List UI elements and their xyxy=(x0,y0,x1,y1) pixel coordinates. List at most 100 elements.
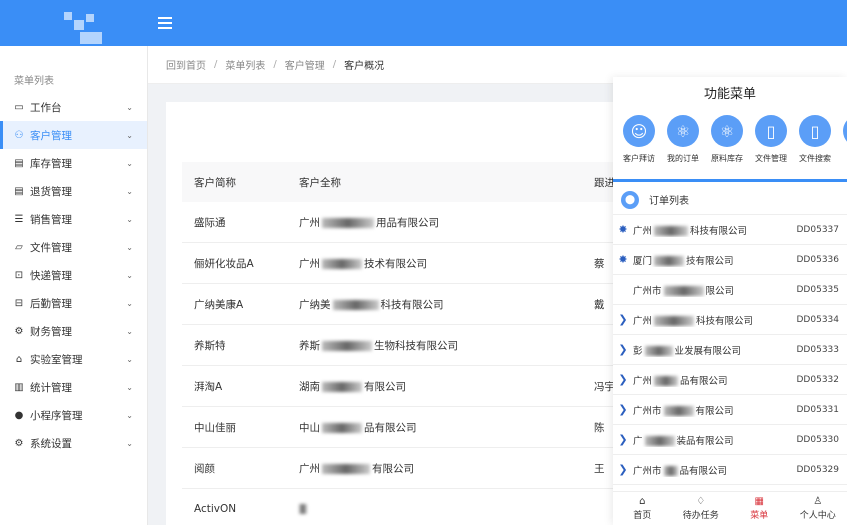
order-company: 厦门 技有限公司 xyxy=(633,255,734,267)
order-mark-icon: ❯ xyxy=(618,343,628,356)
order-company: 广州 科技有限公司 xyxy=(633,315,754,327)
order-row[interactable]: ❯ 广州 品有限公司 DD05332 xyxy=(613,365,847,395)
chevron-down-icon: ⌄ xyxy=(126,158,133,168)
breadcrumb-item[interactable]: 客户管理 xyxy=(285,57,325,72)
breadcrumb-separator: / xyxy=(273,59,277,70)
folder-icon: ▱ xyxy=(15,241,23,253)
list-icon: ☰ xyxy=(14,213,24,225)
function-1[interactable]: ⚛ 我的订单 xyxy=(661,115,705,173)
function-5[interactable]: ▯ 分 xyxy=(837,115,847,173)
file-icon: ▯ xyxy=(799,115,831,147)
sidebar-item-label: 退货管理 xyxy=(30,185,72,198)
users-icon: ⚇ xyxy=(14,129,24,141)
order-company: 广装品有限公司 xyxy=(633,435,734,447)
sidebar-item-9[interactable]: ⌂ 实验室管理 ⌄ xyxy=(0,345,147,373)
cell-short-name: ActivON xyxy=(194,503,237,515)
chevron-down-icon: ⌄ xyxy=(126,382,133,392)
header-full-name: 客户全称 xyxy=(299,176,341,189)
order-row[interactable]: ❯ 广州 科技有限公司 DD05334 xyxy=(613,305,847,335)
order-row[interactable]: ❯ 彭业发展有限公司 DD05333 xyxy=(613,335,847,365)
wechat-icon: ● xyxy=(14,409,24,421)
atom-icon: ⚛ xyxy=(711,115,743,147)
sidebar-item-6[interactable]: ⊡ 快递管理 ⌄ xyxy=(0,261,147,289)
sidebar-item-0[interactable]: ▭ 工作台 ⌄ xyxy=(0,93,147,121)
function-label: 文件搜索 xyxy=(799,154,831,163)
order-list-header[interactable]: ⬤ 订单列表 xyxy=(613,185,847,215)
table-row[interactable]: 盛际通 广州 用品有限公司 xyxy=(182,202,626,243)
breadcrumb-item[interactable]: 菜单列表 xyxy=(225,57,265,72)
cell-full-name xyxy=(287,503,582,515)
sidebar-item-5[interactable]: ▱ 文件管理 ⌄ xyxy=(0,233,147,261)
sidebar-item-label: 实验室管理 xyxy=(30,353,83,366)
order-row[interactable]: ✸ 广州 科技有限公司 DD05337 xyxy=(613,215,847,245)
order-icon: ⬤ xyxy=(621,190,639,209)
sidebar-item-11[interactable]: ● 小程序管理 ⌄ xyxy=(0,401,147,429)
function-4[interactable]: ▯ 文件搜索 xyxy=(793,115,837,173)
order-code: DD05336 xyxy=(796,254,840,265)
sidebar-item-2[interactable]: ▤ 库存管理 ⌄ xyxy=(0,149,147,177)
sidebar-item-10[interactable]: ▥ 统计管理 ⌄ xyxy=(0,373,147,401)
sidebar-item-label: 后勤管理 xyxy=(30,297,72,310)
sidebar-item-12[interactable]: ⚙ 系统设置 ⌄ xyxy=(0,429,147,457)
cell-short-name: 盛际通 xyxy=(194,216,226,229)
order-mark-icon: ❯ xyxy=(618,403,628,416)
sidebar-item-label: 文件管理 xyxy=(30,241,72,254)
sidebar-menu: ▭ 工作台 ⌄ ⚇ 客户管理 ⌄ ▤ 库存管理 ⌄ ▤ 退货管理 ⌄ ☰ 销售管理 ⌄ ▱… xyxy=(0,93,147,457)
chevron-down-icon: ⌄ xyxy=(126,410,133,420)
chevron-down-icon: ⌄ xyxy=(126,186,133,196)
sidebar-item-8[interactable]: ⚙ 财务管理 ⌄ xyxy=(0,317,147,345)
cell-full-name: 广纳美 科技有限公司 xyxy=(299,298,444,311)
order-row[interactable]: 广州市 限公司 DD05335 xyxy=(613,275,847,305)
table-row[interactable]: 养斯特 养斯 生物科技有限公司 xyxy=(182,325,626,366)
function-3[interactable]: ▯ 文件管理 xyxy=(749,115,793,173)
order-code: DD05332 xyxy=(796,374,840,385)
settings-icon: ⚙ xyxy=(14,437,24,449)
order-code: DD05337 xyxy=(796,224,840,235)
exit-icon: ⊟ xyxy=(14,297,24,309)
order-row[interactable]: ❯ 广州市 有限公司 DD05331 xyxy=(613,395,847,425)
tab-2[interactable]: ▦ 菜单 xyxy=(730,492,789,525)
order-code: DD05334 xyxy=(796,314,840,325)
table-row[interactable]: ActivON xyxy=(182,489,626,525)
customer-table-card: 客户简称 客户全称 跟进 盛际通 广州 用品有限公司 俪妍化妆品A 广州 技术有限公… xyxy=(166,102,626,525)
chevron-down-icon: ⌄ xyxy=(126,354,133,364)
breadcrumb-item[interactable]: 回到首页 xyxy=(166,57,206,72)
bank-icon: ⌂ xyxy=(15,353,23,365)
breadcrumb-separator: / xyxy=(332,59,337,70)
table-row[interactable]: 湃淘A 湖南 有限公司 冯宇 xyxy=(182,366,626,407)
sidebar-item-4[interactable]: ☰ 销售管理 ⌄ xyxy=(0,205,147,233)
cell-full-name: 湖南 有限公司 xyxy=(299,380,406,393)
home-icon: ⌂ xyxy=(639,496,646,507)
table-row[interactable]: 广纳美康A 广纳美 科技有限公司 戴 xyxy=(182,284,626,325)
tab-1[interactable]: ♢ 待办任务 xyxy=(672,492,731,525)
order-list-title: 订单列表 xyxy=(649,196,689,207)
function-label: 文件管理 xyxy=(755,154,787,163)
menu-toggle-icon[interactable] xyxy=(158,17,172,29)
order-row[interactable]: ❯ 广州市 品有限公司 DD05329 xyxy=(613,455,847,485)
order-row[interactable]: ❯ 广装品有限公司 DD05330 xyxy=(613,425,847,455)
chevron-down-icon: ⌄ xyxy=(126,102,133,112)
sidebar-item-label: 客户管理 xyxy=(30,129,72,142)
order-mark-icon: ❯ xyxy=(618,313,628,326)
tab-3[interactable]: ♙ 个人中心 xyxy=(789,492,847,525)
table-row[interactable]: 阅颜 广州 有限公司 王 xyxy=(182,448,626,489)
function-0[interactable]: ☺ 客户拜访 xyxy=(617,115,661,173)
sidebar-item-label: 系统设置 xyxy=(30,437,72,450)
file-icon: ▯ xyxy=(755,115,787,147)
cell-full-name: 中山 品有限公司 xyxy=(299,421,417,434)
sidebar-item-7[interactable]: ⊟ 后勤管理 ⌄ xyxy=(0,289,147,317)
function-2[interactable]: ⚛ 原料库存 xyxy=(705,115,749,173)
sidebar-item-3[interactable]: ▤ 退货管理 ⌄ xyxy=(0,177,147,205)
chevron-down-icon: ⌄ xyxy=(126,326,133,336)
cell-full-name: 广州 技术有限公司 xyxy=(299,257,427,270)
doc-icon: ▤ xyxy=(14,185,24,197)
order-row[interactable]: ✸ 厦门 技有限公司 DD05336 xyxy=(613,245,847,275)
divider xyxy=(613,179,847,182)
tab-0[interactable]: ⌂ 首页 xyxy=(613,492,672,525)
table-row[interactable]: 俪妍化妆品A 广州 技术有限公司 蔡 xyxy=(182,243,626,284)
order-company: 广州市 限公司 xyxy=(633,285,735,297)
sidebar-item-1[interactable]: ⚇ 客户管理 ⌄ xyxy=(0,121,147,149)
sidebar-item-label: 工作台 xyxy=(30,101,62,114)
chevron-down-icon: ⌄ xyxy=(126,130,133,140)
table-row[interactable]: 中山佳丽 中山 品有限公司 陈 xyxy=(182,407,626,448)
